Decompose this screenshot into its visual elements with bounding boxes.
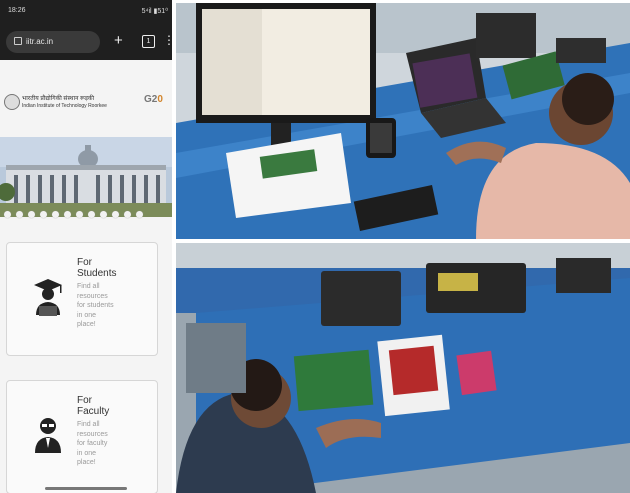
status-bar: 18:26 5⁴il ▮51⁰	[0, 0, 172, 24]
tab-switcher-button[interactable]: 1	[142, 35, 155, 48]
carousel-dot[interactable]	[112, 211, 119, 218]
site-header: भारतीय प्रौद्योगिकी संस्थान रूड़की India…	[0, 92, 172, 120]
card-title: For Faculty	[77, 395, 110, 417]
carousel-dot[interactable]	[28, 211, 35, 218]
home-indicator[interactable]	[45, 487, 127, 490]
carousel-dot[interactable]	[76, 211, 83, 218]
lab-workstation-photo	[176, 3, 630, 239]
carousel-dot[interactable]	[40, 211, 47, 218]
status-time: 18:26	[8, 7, 26, 14]
student-laptop-icon	[33, 277, 63, 322]
iit-emblem-icon	[4, 94, 20, 110]
faculty-person-icon	[33, 415, 63, 460]
address-bar-url: iitr.ac.in	[26, 37, 54, 46]
card-description: Find all resources for faculty in one pl…	[77, 421, 108, 466]
browser-toolbar: iitr.ac.in + 1 ⋮	[0, 24, 172, 60]
new-tab-button[interactable]: +	[114, 32, 123, 50]
address-bar[interactable]: iitr.ac.in	[6, 31, 100, 53]
carousel-dot[interactable]	[88, 211, 95, 218]
phone-screenshot: 18:26 5⁴il ▮51⁰ iitr.ac.in + 1 ⋮ भारतीय …	[0, 0, 174, 493]
carousel-dot[interactable]	[4, 211, 11, 218]
carousel-dot[interactable]	[16, 211, 23, 218]
for-faculty-card[interactable]: For Faculty Find all resources for facul…	[6, 380, 158, 493]
status-signal: 5⁴il ▮51⁰	[141, 8, 168, 15]
carousel-dot[interactable]	[52, 211, 59, 218]
carousel-dot[interactable]	[64, 211, 71, 218]
lock-icon	[14, 37, 22, 45]
more-menu-button[interactable]: ⋮	[163, 33, 172, 47]
for-students-card[interactable]: For Students Find all resources for stud…	[6, 242, 158, 356]
carousel-dot[interactable]	[100, 211, 107, 218]
card-description: Find all resources for students in one p…	[77, 283, 114, 328]
card-title: For Students	[77, 257, 117, 279]
institute-name-english: Indian Institute of Technology Roorkee	[22, 103, 107, 109]
institute-name-hindi: भारतीय प्रौद्योगिकी संस्थान रूड़की	[22, 96, 95, 102]
carousel-dots[interactable]	[4, 205, 170, 218]
carousel-dot[interactable]	[136, 211, 143, 218]
carousel-dot[interactable]	[124, 211, 131, 218]
fpga-bench-photo	[176, 243, 630, 493]
g20-logo: G20	[144, 94, 163, 105]
